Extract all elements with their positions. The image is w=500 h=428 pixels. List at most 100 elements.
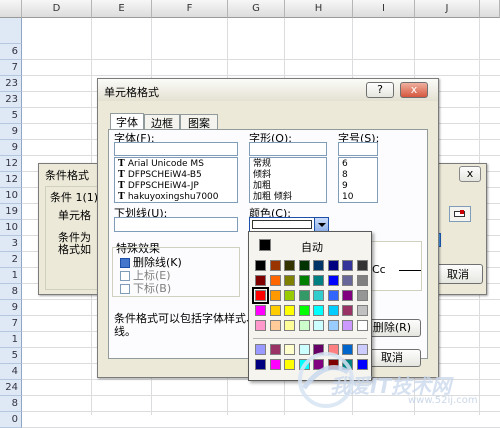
color-swatch[interactable] <box>313 275 324 286</box>
color-swatch[interactable] <box>342 290 353 301</box>
font-style-item[interactable]: 常规 <box>253 159 323 170</box>
color-swatch[interactable] <box>284 290 295 301</box>
color-swatch[interactable] <box>313 305 324 316</box>
color-swatch[interactable] <box>255 275 266 286</box>
color-swatch[interactable] <box>356 290 368 301</box>
subscript-checkbox[interactable]: 下标(B) <box>120 280 171 296</box>
cond-format-range-picker[interactable] <box>449 206 471 222</box>
font-list-item[interactable]: 𝐓 DFPSCHEiW4-JP <box>118 181 234 192</box>
color-swatch[interactable] <box>269 260 281 271</box>
font-style-input[interactable] <box>249 142 327 156</box>
color-swatch[interactable] <box>284 359 295 370</box>
color-swatch[interactable] <box>298 320 310 331</box>
column-header-g[interactable]: G <box>228 0 285 18</box>
format-close-button[interactable]: x <box>400 82 428 98</box>
color-swatch[interactable] <box>269 290 281 301</box>
row-header[interactable]: 10 <box>0 188 22 204</box>
column-header-h[interactable]: H <box>285 0 353 18</box>
row-header[interactable]: 10 <box>0 220 22 236</box>
tab-border[interactable]: 边框 <box>144 114 180 130</box>
color-swatch[interactable] <box>269 344 281 355</box>
color-swatch[interactable] <box>269 275 281 286</box>
row-header[interactable]: 8 <box>0 396 22 412</box>
row-header[interactable]: 9 <box>0 124 22 140</box>
color-swatch[interactable] <box>284 275 295 286</box>
font-list-item[interactable]: 𝐓 hakuyoxingshu7000 <box>118 192 234 202</box>
color-dropdown-button[interactable] <box>314 218 328 231</box>
column-header-e[interactable]: E <box>92 0 152 18</box>
color-swatch[interactable] <box>313 260 324 271</box>
row-header[interactable]: 6 <box>0 44 22 60</box>
color-select[interactable] <box>249 217 329 232</box>
color-swatch[interactable] <box>313 290 324 301</box>
color-swatch[interactable] <box>327 260 339 271</box>
font-style-list[interactable]: 常规 倾斜 加粗 加粗 倾斜 <box>249 157 327 203</box>
color-swatch[interactable] <box>356 260 368 271</box>
row-header[interactable]: 1 <box>0 268 22 284</box>
color-swatch[interactable] <box>284 344 295 355</box>
color-swatch[interactable] <box>342 275 353 286</box>
color-swatch[interactable] <box>327 290 339 301</box>
row-header[interactable]: 2 <box>0 252 22 268</box>
row-header[interactable]: 3 <box>0 236 22 252</box>
row-header[interactable]: 5 <box>0 108 22 124</box>
color-swatch[interactable] <box>269 320 281 331</box>
font-size-item[interactable]: 6 <box>342 159 374 170</box>
font-style-item[interactable]: 加粗 倾斜 <box>253 192 323 202</box>
tab-font[interactable]: 字体 <box>110 113 144 130</box>
cond-close-button[interactable]: x <box>459 166 481 182</box>
row-header[interactable]: 5 <box>0 348 22 364</box>
color-swatch[interactable] <box>255 320 266 331</box>
underline-select[interactable] <box>114 217 238 232</box>
row-header[interactable]: 24 <box>0 380 22 396</box>
color-swatch[interactable] <box>313 320 324 331</box>
row-header[interactable]: 12 <box>0 156 22 172</box>
row-header[interactable]: 4 <box>0 364 22 380</box>
row-header[interactable]: 23 <box>0 92 22 108</box>
font-style-item[interactable]: 倾斜 <box>253 170 323 181</box>
row-header[interactable]: 0 <box>0 412 22 428</box>
column-header-i[interactable]: I <box>353 0 415 18</box>
font-list-item[interactable]: 𝐓 Arial Unicode MS <box>118 159 234 170</box>
size-list[interactable]: 6 8 9 10 <box>338 157 378 203</box>
selected-color-swatch[interactable] <box>252 287 269 304</box>
color-swatch[interactable] <box>298 260 310 271</box>
row-header[interactable]: 12 <box>0 172 22 188</box>
color-swatch[interactable] <box>356 320 368 331</box>
font-list[interactable]: 𝐓 Arial Unicode MS 𝐓 DFPSCHEiW4-B5 𝐓 DFPSC… <box>114 157 238 203</box>
color-swatch[interactable] <box>327 275 339 286</box>
color-swatch[interactable] <box>255 305 266 316</box>
color-swatch[interactable] <box>284 260 295 271</box>
row-header[interactable]: 1 <box>0 332 22 348</box>
cond-cancel-button[interactable]: 取消 <box>433 264 483 284</box>
color-swatch[interactable] <box>298 305 310 316</box>
color-swatch[interactable] <box>269 305 281 316</box>
row-header[interactable]: 7 <box>0 60 22 76</box>
color-swatch[interactable] <box>255 344 266 355</box>
help-button[interactable]: ? <box>366 82 394 98</box>
color-swatch[interactable] <box>284 305 295 316</box>
row-header[interactable]: 9 <box>0 300 22 316</box>
column-header-f[interactable]: F <box>152 0 228 18</box>
color-swatch[interactable] <box>269 359 281 370</box>
column-header-j[interactable]: J <box>415 0 480 18</box>
font-size-item[interactable]: 10 <box>342 192 374 202</box>
font-input[interactable] <box>114 142 238 156</box>
tab-pattern[interactable]: 图案 <box>180 114 218 130</box>
auto-color-option[interactable]: 自动 <box>253 236 367 254</box>
row-header[interactable]: 19 <box>0 204 22 220</box>
font-style-item[interactable]: 加粗 <box>253 181 323 192</box>
color-swatch[interactable] <box>298 275 310 286</box>
row-header[interactable]: 9 <box>0 140 22 156</box>
color-swatch[interactable] <box>356 275 368 286</box>
color-swatch[interactable] <box>342 260 353 271</box>
column-header-d[interactable]: D <box>22 0 92 18</box>
row-header[interactable]: 8 <box>0 284 22 300</box>
color-swatch[interactable] <box>327 305 339 316</box>
font-list-item[interactable]: 𝐓 DFPSCHEiW4-B5 <box>118 170 234 181</box>
color-swatch[interactable] <box>255 359 266 370</box>
size-input[interactable] <box>338 142 378 156</box>
color-swatch[interactable] <box>342 320 353 331</box>
color-swatch[interactable] <box>255 260 266 271</box>
row-header[interactable]: 23 <box>0 76 22 92</box>
